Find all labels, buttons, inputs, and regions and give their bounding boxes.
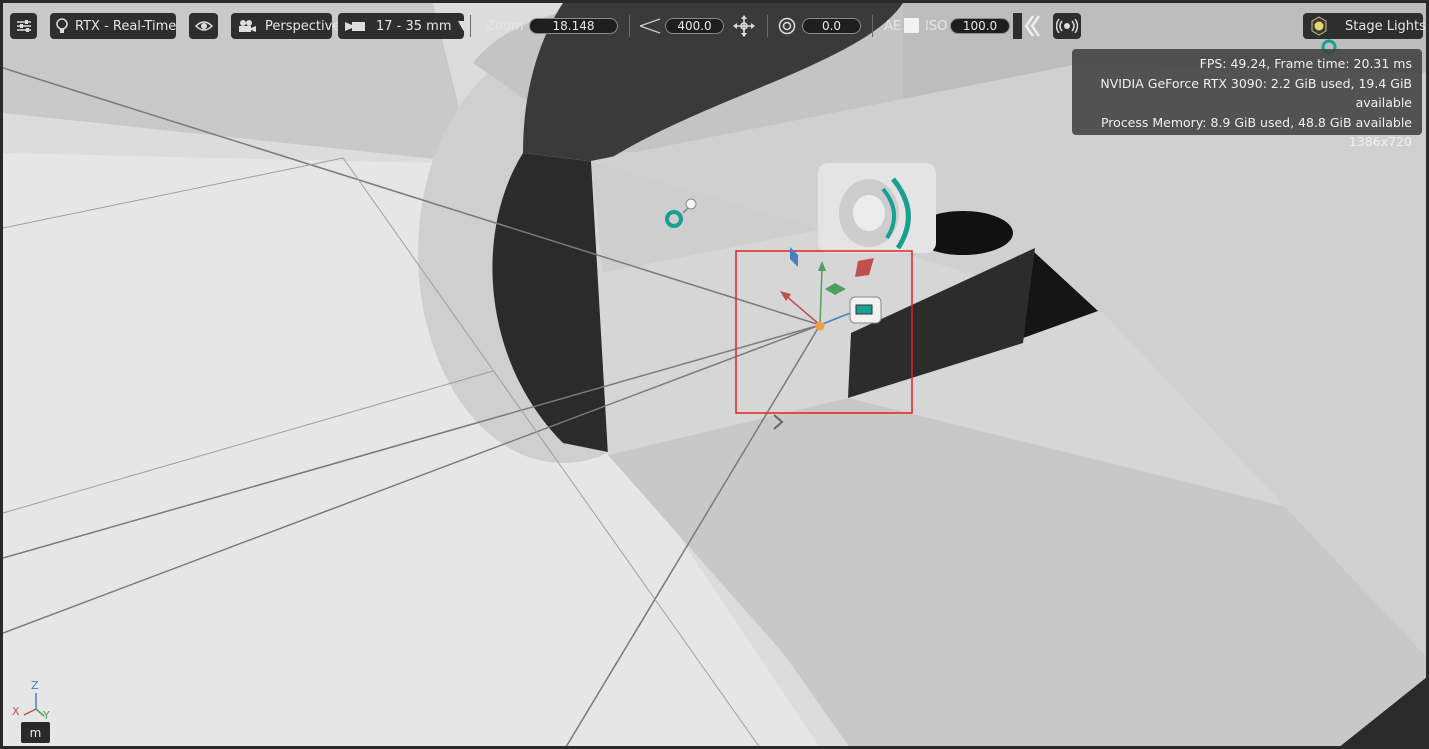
camera-label: Perspective bbox=[265, 18, 341, 34]
eye-icon bbox=[194, 20, 213, 32]
move-icon[interactable] bbox=[733, 15, 755, 37]
broadcast-button[interactable] bbox=[1053, 13, 1081, 39]
iso-label: ISO bbox=[925, 18, 948, 34]
zoom-label: Zoom bbox=[486, 18, 524, 34]
zoom-field[interactable]: 18.148 bbox=[529, 18, 618, 34]
collapse-chevron-icon[interactable] bbox=[1023, 14, 1041, 38]
focal-length-icon bbox=[638, 18, 662, 34]
sliders-icon bbox=[16, 19, 32, 33]
stats-overlay: FPS: 49.24, Frame time: 20.31 ms NVIDIA … bbox=[1072, 49, 1422, 149]
renderer-menu[interactable]: RTX - Real-Time bbox=[50, 13, 176, 39]
stage-light-icon bbox=[1309, 16, 1329, 36]
process-memory-text: Process Memory: 8.9 GiB used, 48.8 GiB a… bbox=[1100, 114, 1412, 130]
axis-x-label: X bbox=[12, 705, 20, 718]
camera-icon bbox=[237, 19, 257, 33]
lens-menu[interactable]: 17 - 35 mm bbox=[338, 13, 469, 39]
axis-y-label: Y bbox=[43, 709, 50, 722]
dropdown-triangle-icon bbox=[457, 21, 469, 31]
aperture-icon bbox=[778, 17, 796, 35]
camera-menu[interactable]: Perspective bbox=[231, 13, 340, 39]
renderer-label: RTX - Real-Time bbox=[75, 18, 177, 34]
fps-text: FPS: 49.24, Frame time: 20.31 ms bbox=[1199, 56, 1412, 71]
iso-field[interactable]: 100.0 bbox=[950, 18, 1010, 34]
stage-lights-label: Stage Lights bbox=[1345, 18, 1426, 34]
lightbulb-icon bbox=[56, 18, 68, 34]
resolution-text: 1386x720 bbox=[1348, 134, 1412, 149]
unit-badge[interactable]: m bbox=[21, 722, 50, 743]
movie-camera-icon bbox=[344, 20, 366, 32]
gpu-memory-text: NVIDIA GeForce RTX 3090: 2.2 GiB used, 1… bbox=[1100, 75, 1412, 111]
toolbar-spacer bbox=[1013, 13, 1022, 39]
visibility-button[interactable] bbox=[189, 13, 218, 39]
settings-button[interactable] bbox=[10, 13, 37, 39]
lens-label: 17 - 35 mm bbox=[376, 18, 452, 34]
ae-label: AE bbox=[884, 18, 902, 34]
viewport[interactable]: Z X Y m RTX - Real-Time Perspective 17 -… bbox=[0, 0, 1429, 749]
ae-checkbox[interactable] bbox=[904, 18, 919, 33]
exposure-field[interactable]: 0.0 bbox=[802, 18, 861, 34]
stage-lights-menu[interactable]: Stage Lights bbox=[1303, 13, 1426, 39]
broadcast-icon bbox=[1056, 19, 1078, 33]
focal-field[interactable]: 400.0 bbox=[665, 18, 724, 34]
axis-z-label: Z bbox=[31, 679, 39, 692]
